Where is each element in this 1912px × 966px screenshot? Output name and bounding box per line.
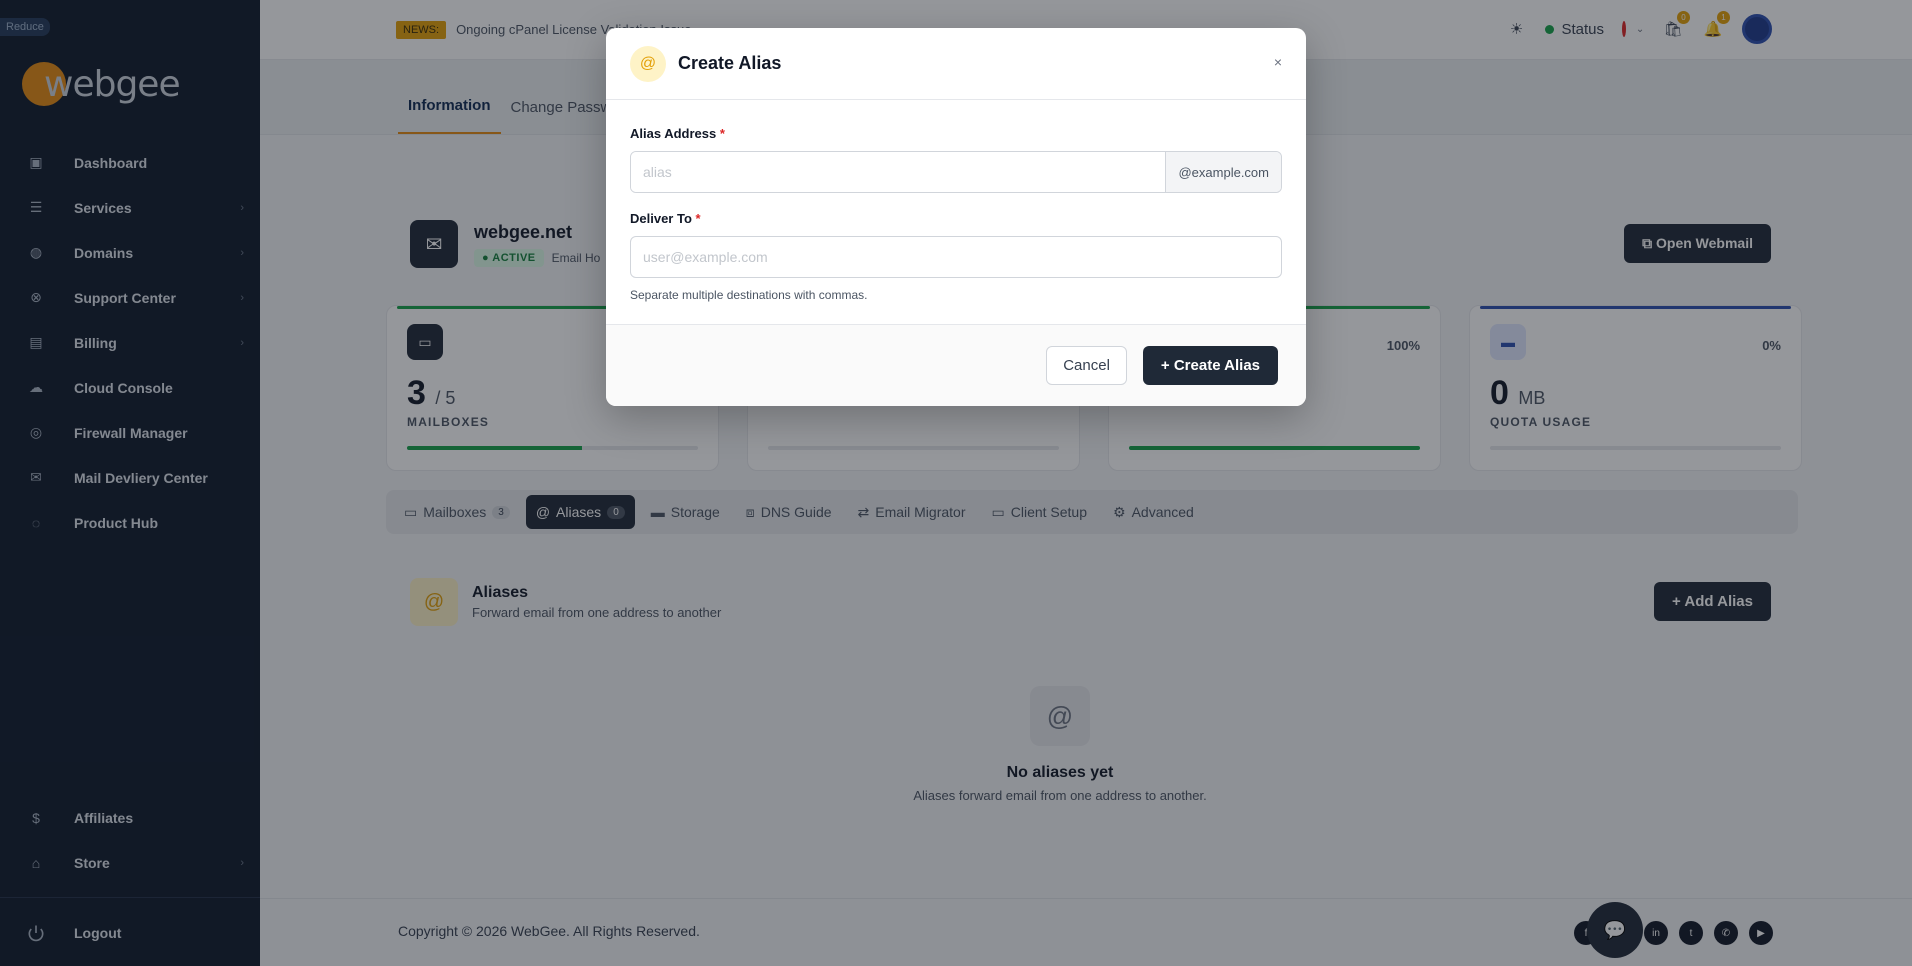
domain-suffix: @example.com — [1165, 152, 1281, 192]
alias-address-label: Alias Address * — [630, 126, 1282, 141]
alias-address-group: @example.com — [630, 151, 1282, 193]
deliver-to-label: Deliver To * — [630, 211, 1282, 226]
required-marker: * — [719, 126, 725, 141]
alias-address-label-text: Alias Address — [630, 126, 717, 141]
modal-title: Create Alias — [678, 53, 782, 73]
at-icon: @ — [630, 45, 666, 82]
create-alias-modal: @ Create Alias × Alias Address * @exampl… — [606, 28, 1306, 406]
deliver-to-input[interactable] — [630, 236, 1282, 278]
create-alias-button[interactable]: + Create Alias — [1142, 346, 1278, 385]
modal-footer: Cancel + Create Alias — [606, 324, 1306, 406]
modal-header: @ Create Alias × — [606, 28, 1306, 100]
required-marker: * — [695, 211, 701, 226]
close-icon[interactable]: × — [1274, 54, 1282, 70]
deliver-to-label-text: Deliver To — [630, 211, 692, 226]
deliver-to-helper: Separate multiple destinations with comm… — [630, 288, 868, 302]
alias-address-input[interactable] — [631, 152, 1166, 192]
create-alias-label: Create Alias — [1173, 357, 1260, 374]
modal-body: Alias Address * @example.com Deliver To … — [606, 100, 1306, 324]
cancel-button[interactable]: Cancel — [1046, 346, 1127, 385]
